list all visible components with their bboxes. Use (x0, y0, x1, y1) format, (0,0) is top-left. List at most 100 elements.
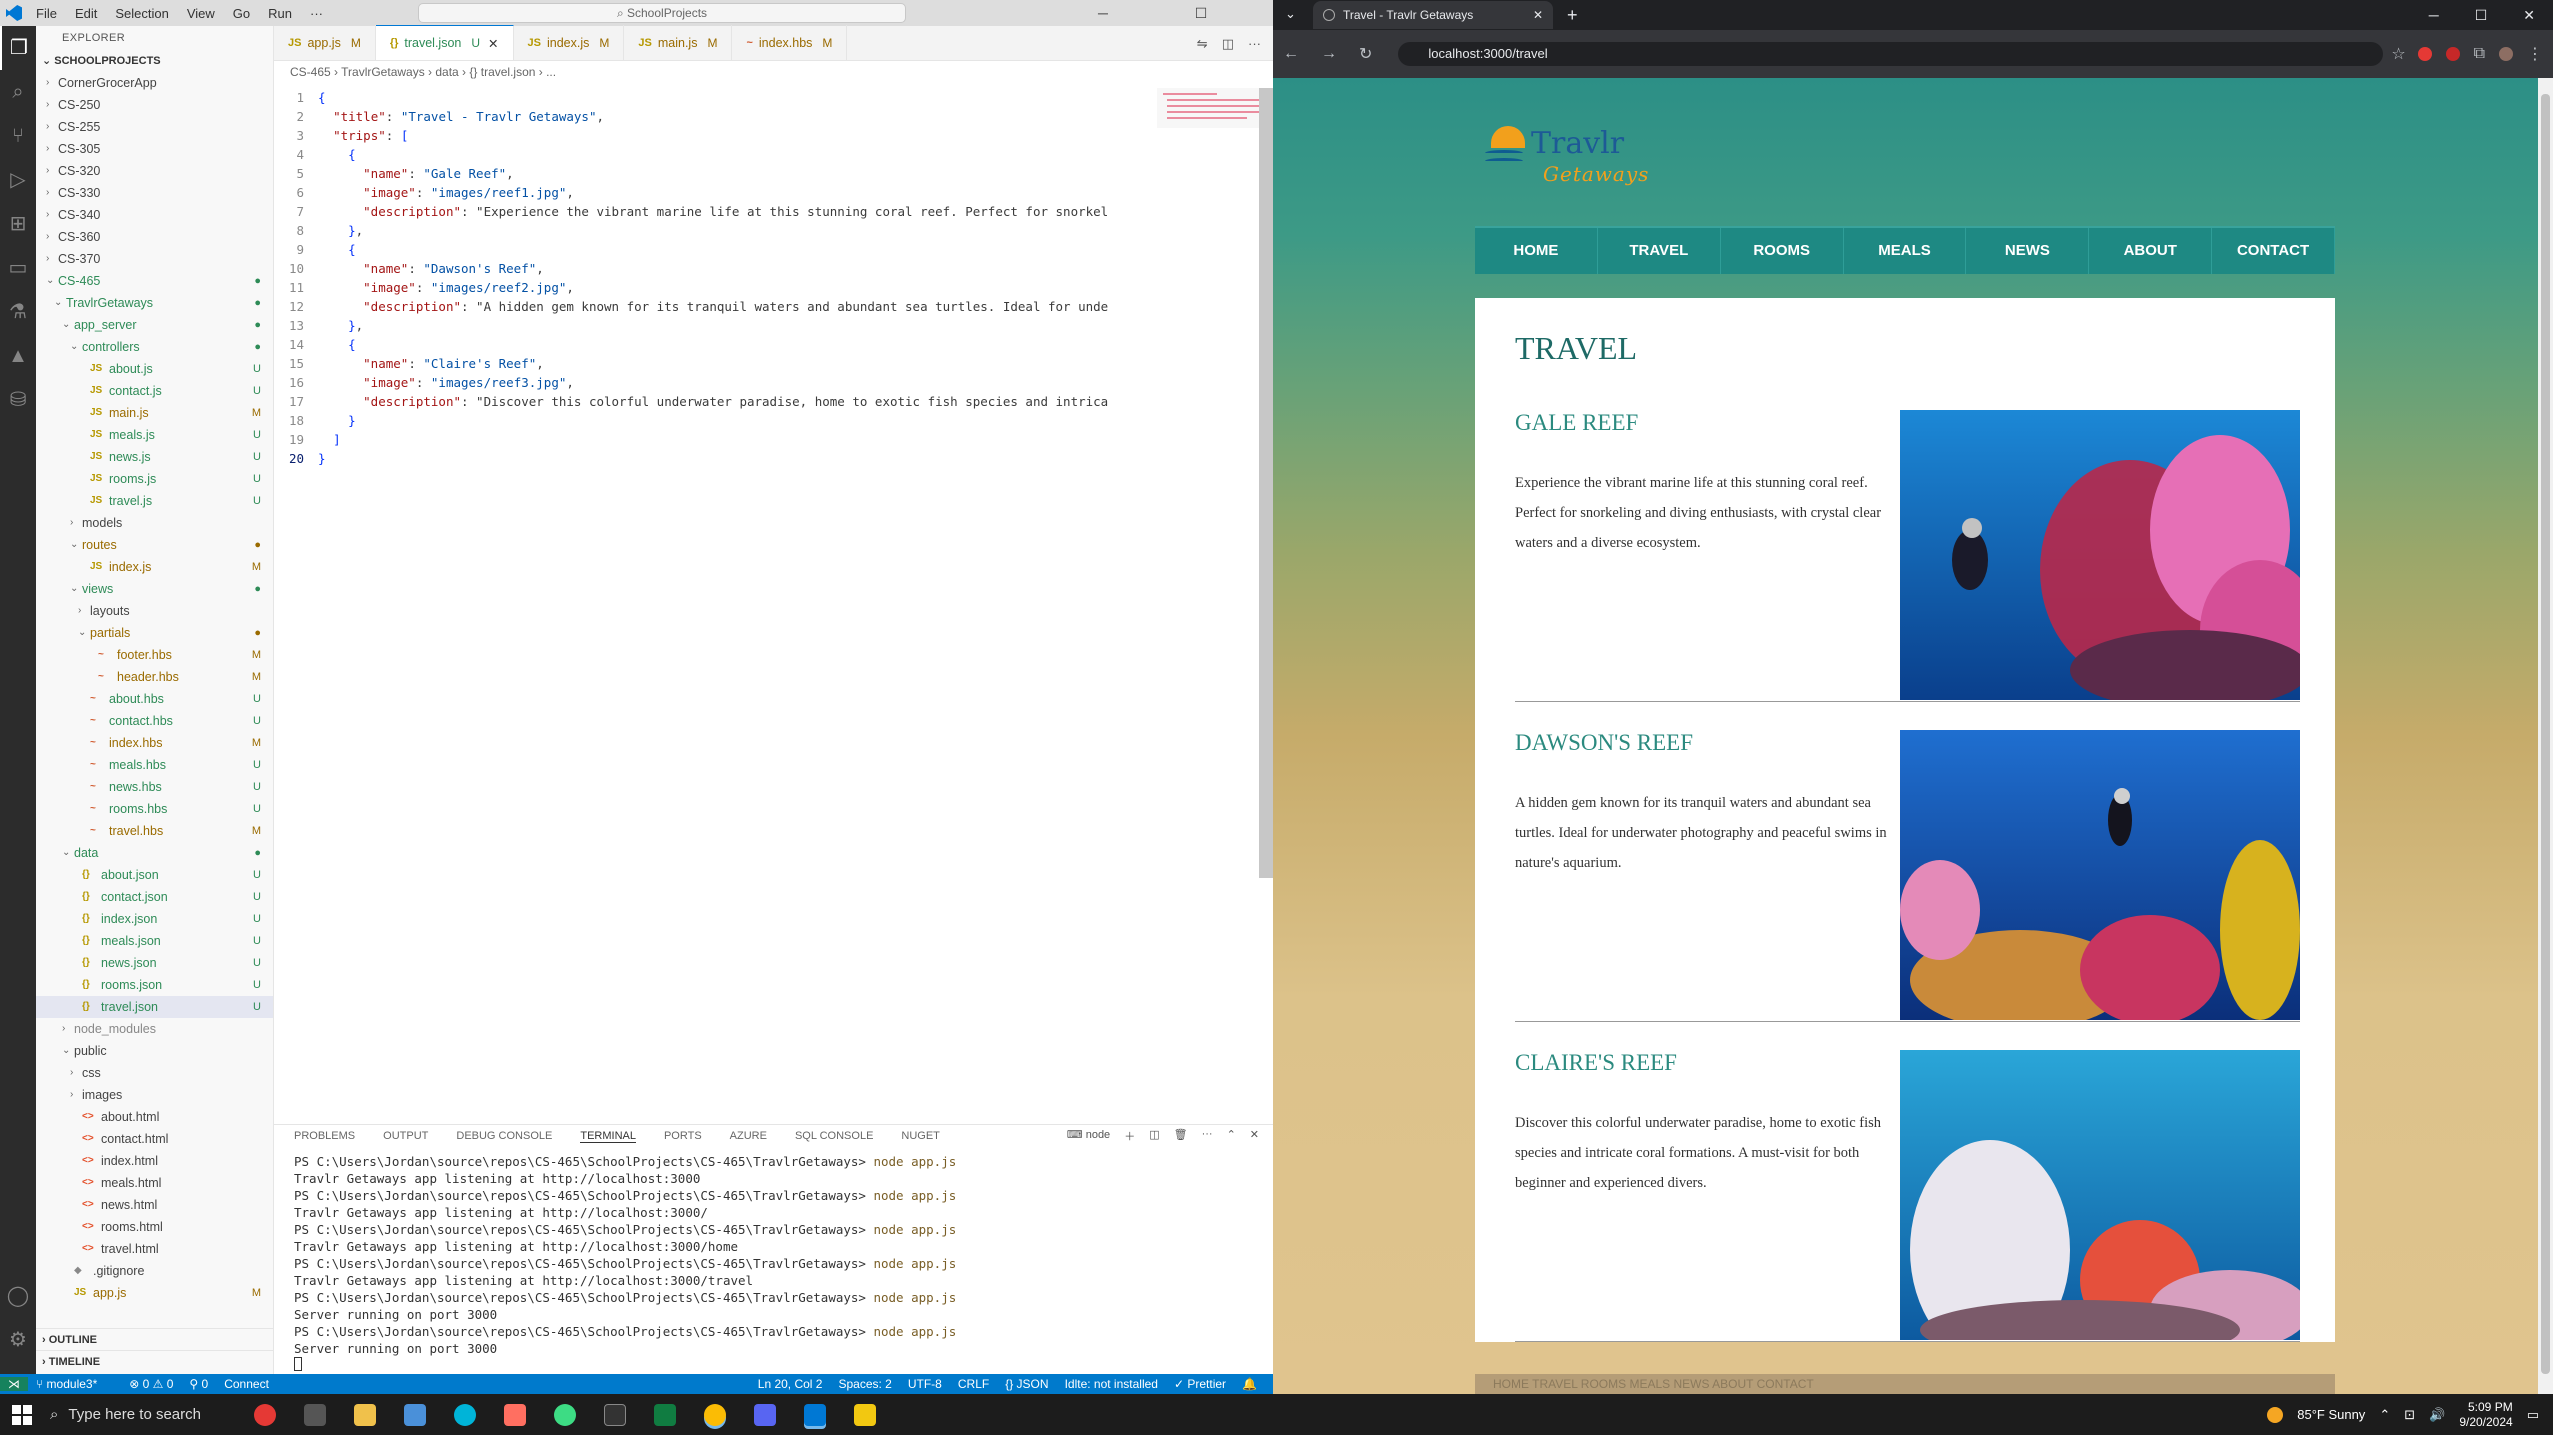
menu-item[interactable]: ··· (310, 6, 323, 21)
tree-item[interactable]: JS app.js M (36, 1282, 273, 1304)
menu-icon[interactable]: ⋮ (2527, 44, 2543, 64)
forward-icon[interactable]: → (1321, 45, 1337, 63)
tree-item[interactable]: <> index.html (36, 1150, 273, 1172)
nav-link-travel[interactable]: TRAVEL (1598, 228, 1721, 274)
terminal-shell-label[interactable]: ⌨ node (1067, 1128, 1110, 1144)
breadcrumb[interactable]: CS-465 › TravlrGetaways › data › {} trav… (274, 61, 1273, 83)
branch-indicator[interactable]: ⑂ module3* (36, 1377, 113, 1391)
tree-item[interactable]: ⌄ data ● (36, 842, 273, 864)
command-center-search[interactable]: ⌕ SchoolProjects (418, 3, 906, 23)
tree-item[interactable]: › layouts (36, 600, 273, 622)
tree-item[interactable]: <> rooms.html (36, 1216, 273, 1238)
vscode-icon[interactable] (804, 1403, 826, 1426)
chevron-up-icon[interactable]: ⌃ (2379, 1407, 2390, 1423)
panel-tab[interactable]: SQL CONSOLE (795, 1130, 873, 1142)
puzzle-icon[interactable]: ⧉ (2474, 45, 2485, 63)
tree-item[interactable]: JS news.js U (36, 446, 273, 468)
tree-item[interactable]: JS main.js M (36, 402, 273, 424)
editor-tab[interactable]: JS main.js M (624, 25, 733, 60)
tree-item[interactable]: <> contact.html (36, 1128, 273, 1150)
nav-link-home[interactable]: HOME (1475, 228, 1598, 274)
remote-explorer-icon[interactable]: ▭ (0, 246, 36, 290)
tree-item[interactable]: › CS-320 (36, 160, 273, 182)
editor-tab[interactable]: ~ index.hbs M (732, 25, 848, 60)
panel-tab[interactable]: AZURE (730, 1130, 767, 1142)
powerbi-icon[interactable] (854, 1403, 876, 1426)
panel-tab[interactable]: PROBLEMS (294, 1130, 355, 1142)
clock[interactable]: 5:09 PM 9/20/2024 (2459, 1400, 2512, 1430)
back-icon[interactable]: ← (1283, 45, 1299, 63)
tree-item[interactable]: ~ index.hbs M (36, 732, 273, 754)
site-footer[interactable]: HOME TRAVEL ROOMS MEALS NEWS ABOUT CONTA… (1475, 1374, 2335, 1394)
taskbar-search[interactable]: ⌕ Type here to search (50, 1394, 240, 1435)
tree-item[interactable]: › images (36, 1084, 273, 1106)
avatar[interactable] (2499, 47, 2513, 61)
encoding[interactable]: UTF-8 (908, 1377, 942, 1391)
tab-search-icon[interactable]: ⌄ (1285, 6, 1296, 22)
remote-icon[interactable]: ⋊ (0, 1377, 28, 1391)
tree-item[interactable]: {} travel.json U (36, 996, 273, 1018)
minimap[interactable] (1157, 88, 1267, 148)
terminal-output[interactable]: PS C:\Users\Jordan\source\repos\CS-465\S… (274, 1147, 1273, 1377)
file-explorer-icon[interactable] (354, 1403, 376, 1426)
tree-item[interactable]: ~ footer.hbs M (36, 644, 273, 666)
explorer-icon[interactable]: ❐ (0, 26, 36, 70)
editor-scrollbar[interactable] (1259, 88, 1273, 878)
tree-item[interactable]: › CS-255 (36, 116, 273, 138)
settings-gear-icon[interactable]: ⚙ (0, 1318, 36, 1362)
discord-icon[interactable] (754, 1403, 776, 1426)
tree-item[interactable]: ⌄ routes ● (36, 534, 273, 556)
run-debug-icon[interactable]: ▷ (0, 158, 36, 202)
search-icon[interactable]: ⌕ (0, 70, 36, 114)
tree-item[interactable]: {} contact.json U (36, 886, 273, 908)
app-icon[interactable] (504, 1403, 526, 1426)
tree-item[interactable]: › node_modules (36, 1018, 273, 1040)
excel-icon[interactable] (654, 1403, 676, 1426)
problems-indicator[interactable]: ⊗ 0 ⚠ 0 (129, 1377, 173, 1391)
volume-icon[interactable]: 🔊 (2429, 1407, 2445, 1423)
tree-item[interactable]: <> about.html (36, 1106, 273, 1128)
weather-text[interactable]: 85°F Sunny (2297, 1407, 2365, 1422)
workspace-root[interactable]: ⌄ SCHOOLPROJECTS (36, 50, 273, 72)
code-editor[interactable]: 1{2 "title": "Travel - Travlr Getaways",… (274, 88, 1144, 468)
chrome-icon[interactable] (704, 1403, 726, 1426)
tree-item[interactable]: {} about.json U (36, 864, 273, 886)
tree-item[interactable]: ⌄ partials ● (36, 622, 273, 644)
task-view-icon[interactable] (304, 1403, 326, 1426)
tree-item[interactable]: ~ rooms.hbs U (36, 798, 273, 820)
timeline-section[interactable]: › TIMELINE (36, 1350, 273, 1372)
extension-icon[interactable] (2445, 47, 2460, 61)
tree-item[interactable]: › models (36, 512, 273, 534)
tree-item[interactable]: ~ news.hbs U (36, 776, 273, 798)
panel-tab[interactable]: NUGET (901, 1130, 940, 1142)
minimize-icon[interactable]: ─ (1088, 2, 1118, 24)
menu-item[interactable]: Edit (75, 6, 97, 21)
menu-item[interactable]: Selection (115, 6, 168, 21)
browser-tab[interactable]: Travel - Travlr Getaways ✕ (1313, 1, 1553, 29)
tree-item[interactable]: JS index.js M (36, 556, 273, 578)
lint-status[interactable]: Idlte: not installed (1065, 1377, 1158, 1391)
panel-tab[interactable]: TERMINAL (580, 1130, 636, 1143)
indentation[interactable]: Spaces: 2 (838, 1377, 891, 1391)
database-icon[interactable]: ⛁ (0, 378, 36, 422)
terminal-icon[interactable] (604, 1403, 626, 1426)
app-icon[interactable] (554, 1403, 576, 1426)
minimize-icon[interactable]: ─ (2429, 7, 2439, 24)
start-button-icon[interactable] (12, 1404, 32, 1425)
tree-item[interactable]: {} rooms.json U (36, 974, 273, 996)
tree-item[interactable]: JS meals.js U (36, 424, 273, 446)
connect-button[interactable]: Connect (224, 1377, 269, 1391)
tree-item[interactable]: ⌄ TravlrGetaways ● (36, 292, 273, 314)
new-tab-icon[interactable]: + (1567, 5, 1578, 26)
tree-item[interactable]: <> meals.html (36, 1172, 273, 1194)
testing-icon[interactable]: ⚗ (0, 290, 36, 334)
ports-indicator[interactable]: ⚲ 0 (189, 1377, 208, 1391)
tree-item[interactable]: {} news.json U (36, 952, 273, 974)
tree-item[interactable]: JS rooms.js U (36, 468, 273, 490)
bookmark-star-icon[interactable]: ☆ (2391, 44, 2405, 64)
nav-link-contact[interactable]: CONTACT (2212, 228, 2336, 274)
panel-tab[interactable]: PORTS (664, 1130, 702, 1142)
split-editor-icon[interactable]: ◫ (1222, 36, 1234, 52)
prettier-status[interactable]: ✓ Prettier (1174, 1377, 1226, 1391)
menu-item[interactable]: Go (233, 6, 250, 21)
